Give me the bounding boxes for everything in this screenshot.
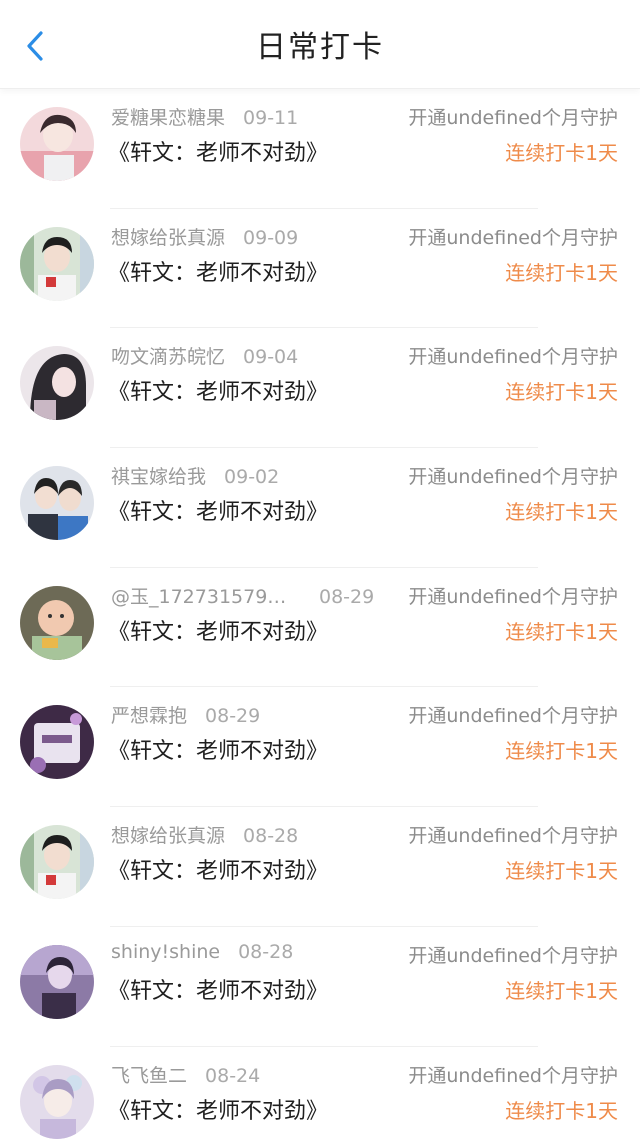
list-item[interactable]: 想嫁给张真源 08-28 开通undefined个月守护 《轩文：老师不对劲》 … [0, 807, 640, 927]
entry-meta: 飞飞鱼二 08-24 [111, 1061, 260, 1088]
list-item[interactable]: 飞飞鱼二 08-24 开通undefined个月守护 《轩文：老师不对劲》 连续… [0, 1047, 640, 1146]
entry-meta: 严想霖抱 08-29 [111, 701, 260, 728]
book-title[interactable]: 《轩文：老师不对劲》 [108, 374, 328, 406]
streak-label: 连续打卡1天 [505, 500, 618, 525]
username[interactable]: 祺宝嫁给我 [111, 462, 206, 489]
guard-note: 开通undefined个月守护 [408, 825, 618, 848]
back-button[interactable] [18, 26, 52, 66]
page-title: 日常打卡 [256, 30, 384, 65]
streak-label: 连续打卡1天 [505, 260, 618, 285]
entry-meta: 想嫁给张真源 09-09 [111, 223, 298, 250]
guard-note: 开通undefined个月守护 [408, 346, 618, 369]
username[interactable]: 想嫁给张真源 [111, 821, 225, 848]
streak-label: 连续打卡1天 [505, 739, 618, 764]
entry-meta: shiny!shine 08-28 [111, 941, 293, 963]
streak-label: 连续打卡1天 [505, 978, 618, 1003]
entry-meta: 吻文滴苏皖忆 09-04 [111, 342, 298, 369]
book-title[interactable]: 《轩文：老师不对劲》 [108, 733, 328, 765]
streak-label: 连续打卡1天 [505, 859, 618, 884]
username[interactable]: @玉_172731579… [111, 582, 297, 609]
checkin-list: 爱糖果恋糖果 09-11 开通undefined个月守护 《轩文：老师不对劲》 … [0, 89, 640, 1146]
list-item[interactable]: 祺宝嫁给我 09-02 开通undefined个月守护 《轩文：老师不对劲》 连… [0, 448, 640, 568]
entry-date: 08-28 [243, 825, 299, 848]
list-item[interactable]: 爱糖果恋糖果 09-11 开通undefined个月守护 《轩文：老师不对劲》 … [0, 89, 640, 209]
guard-note: 开通undefined个月守护 [408, 466, 618, 489]
book-title[interactable]: 《轩文：老师不对劲》 [108, 135, 328, 167]
avatar[interactable] [20, 944, 94, 1019]
book-title[interactable]: 《轩文：老师不对劲》 [108, 614, 328, 646]
avatar[interactable] [20, 466, 94, 541]
book-title[interactable]: 《轩文：老师不对劲》 [108, 1093, 328, 1125]
avatar[interactable] [20, 226, 94, 301]
username[interactable]: 飞飞鱼二 [111, 1061, 187, 1088]
list-item[interactable]: shiny!shine 08-28 开通undefined个月守护 《轩文：老师… [0, 927, 640, 1047]
entry-meta: 祺宝嫁给我 09-02 [111, 462, 279, 489]
username[interactable]: 吻文滴苏皖忆 [111, 342, 225, 369]
chevron-left-icon [27, 31, 43, 61]
book-title[interactable]: 《轩文：老师不对劲》 [108, 853, 328, 885]
username[interactable]: 严想霖抱 [111, 701, 187, 728]
avatar[interactable] [20, 825, 94, 900]
entry-date: 09-02 [224, 466, 280, 489]
streak-label: 连续打卡1天 [505, 380, 618, 405]
entry-date: 08-29 [319, 585, 375, 608]
entry-date: 08-24 [205, 1064, 261, 1087]
entry-date: 09-09 [243, 226, 299, 249]
entry-date: 08-28 [238, 940, 294, 963]
book-title[interactable]: 《轩文：老师不对劲》 [108, 255, 328, 287]
guard-note: 开通undefined个月守护 [408, 226, 618, 249]
username[interactable]: 爱糖果恋糖果 [111, 103, 225, 130]
guard-note: 开通undefined个月守护 [408, 944, 618, 967]
guard-note: 开通undefined个月守护 [408, 705, 618, 728]
list-item[interactable]: @玉_172731579… 08-29 开通undefined个月守护 《轩文：… [0, 568, 640, 688]
avatar[interactable] [20, 107, 94, 181]
streak-label: 连续打卡1天 [505, 1098, 618, 1123]
book-title[interactable]: 《轩文：老师不对劲》 [108, 494, 328, 526]
entry-meta: 爱糖果恋糖果 09-11 [111, 103, 298, 130]
avatar[interactable] [20, 705, 94, 780]
username[interactable]: shiny!shine [111, 941, 220, 963]
avatar[interactable] [20, 346, 94, 421]
entry-meta: 想嫁给张真源 08-28 [111, 821, 298, 848]
avatar[interactable] [20, 1064, 94, 1139]
entry-date: 08-29 [205, 705, 261, 728]
entry-date: 09-11 [243, 107, 299, 129]
list-item[interactable]: 吻文滴苏皖忆 09-04 开通undefined个月守护 《轩文：老师不对劲》 … [0, 328, 640, 448]
nav-bar: 日常打卡 [0, 0, 640, 89]
book-title[interactable]: 《轩文：老师不对劲》 [108, 973, 328, 1005]
entry-meta: @玉_172731579… 08-29 [111, 582, 374, 609]
streak-label: 连续打卡1天 [505, 141, 618, 165]
guard-note: 开通undefined个月守护 [408, 107, 618, 129]
guard-note: 开通undefined个月守护 [408, 1064, 618, 1087]
list-item[interactable]: 想嫁给张真源 09-09 开通undefined个月守护 《轩文：老师不对劲》 … [0, 209, 640, 329]
entry-date: 09-04 [243, 346, 299, 369]
list-item[interactable]: 严想霖抱 08-29 开通undefined个月守护 《轩文：老师不对劲》 连续… [0, 687, 640, 807]
guard-note: 开通undefined个月守护 [408, 585, 618, 608]
checkin-page: 日常打卡 爱糖果恋糖果 09-11 开通undefined个月守护 《轩文：老师… [0, 0, 640, 1146]
avatar[interactable] [20, 585, 94, 660]
streak-label: 连续打卡1天 [505, 619, 618, 644]
username[interactable]: 想嫁给张真源 [111, 223, 225, 250]
